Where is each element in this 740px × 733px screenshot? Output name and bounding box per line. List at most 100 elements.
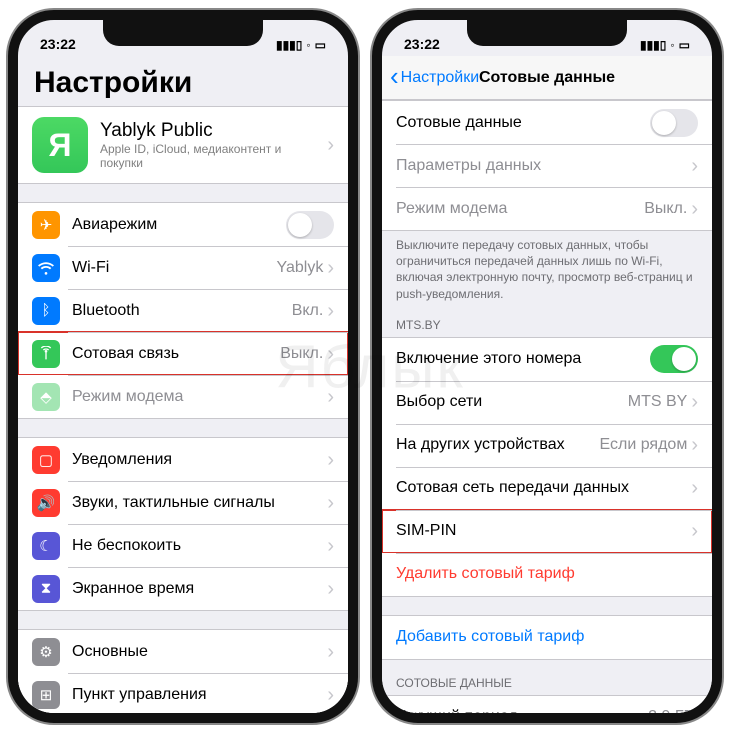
add-plan-label: Добавить сотовый тариф: [396, 628, 698, 646]
signal-icon: ▮▮▮▯: [276, 38, 302, 52]
dnd-label: Не беспокоить: [72, 537, 327, 555]
group-header: MTS.BY: [382, 302, 712, 337]
hotspot-icon: ⬘: [32, 383, 60, 411]
status-time: 23:22: [404, 36, 440, 52]
cellular-row[interactable]: Сотовая связь Выкл. ›: [18, 332, 348, 375]
enable-number-label: Включение этого номера: [396, 350, 650, 368]
period-label: Текущий период: [396, 708, 648, 723]
phone-left-settings: 23:22 ▮▮▮▯ ◦ ▭ Настройки Я Yablyk Public…: [8, 10, 358, 723]
sim-pin-label: SIM-PIN: [396, 522, 691, 540]
chevron-right-icon: ›: [327, 493, 334, 513]
cellular-value: Выкл.: [280, 345, 323, 363]
hotspot-label: Режим модема: [396, 200, 644, 218]
screentime-row[interactable]: ⧗ Экранное время ›: [18, 567, 348, 610]
phone-right-cellular: 23:22 ▮▮▮▯ ◦ ▭ Настройки Сотовые данные …: [372, 10, 722, 723]
notifications-label: Уведомления: [72, 451, 327, 469]
dnd-icon: ☾: [32, 532, 60, 560]
hotspot-row[interactable]: ⬘ Режим модема ›: [18, 375, 348, 418]
wifi-icon: ◦: [670, 38, 674, 52]
airplane-row[interactable]: ✈ Авиарежим: [18, 203, 348, 246]
group-header: СОТОВЫЕ ДАННЫЕ: [382, 660, 712, 695]
apple-id-sub: Apple ID, iCloud, медиаконтент и покупки: [100, 142, 327, 170]
chevron-right-icon: ›: [691, 156, 698, 176]
page-title: Настройки: [18, 56, 348, 106]
status-time: 23:22: [40, 36, 76, 52]
cellular-label: Сотовая связь: [72, 345, 280, 363]
general-row[interactable]: ⚙ Основные ›: [18, 630, 348, 673]
bluetooth-row[interactable]: ᛒ Bluetooth Вкл. ›: [18, 289, 348, 332]
cellular-data-label: Сотовые данные: [396, 114, 650, 132]
notch: [467, 20, 627, 46]
network-select-value: MTS BY: [628, 393, 688, 411]
group-footer: Выключите передачу сотовых данных, чтобы…: [382, 231, 712, 302]
enable-number-toggle[interactable]: [650, 345, 698, 373]
screentime-label: Экранное время: [72, 580, 327, 598]
airplane-label: Авиарежим: [72, 216, 286, 234]
other-devices-row[interactable]: На других устройствах Если рядом ›: [382, 424, 712, 467]
control-center-icon: ⊞: [32, 681, 60, 709]
control-center-label: Пункт управления: [72, 686, 327, 704]
display-row[interactable]: AA Экран и яркость ›: [18, 716, 348, 723]
cellular-data-toggle[interactable]: [650, 109, 698, 137]
sounds-icon: 🔊: [32, 489, 60, 517]
remove-plan-row[interactable]: Удалить сотовый тариф: [382, 553, 712, 596]
chevron-right-icon: ›: [327, 344, 334, 364]
notifications-row[interactable]: ▢ Уведомления ›: [18, 438, 348, 481]
hotspot-value: Выкл.: [644, 200, 687, 218]
chevron-right-icon: ›: [327, 536, 334, 556]
avatar: Я: [32, 117, 88, 173]
chevron-right-icon: ›: [327, 258, 334, 278]
hotspot-row[interactable]: Режим модема Выкл. ›: [382, 187, 712, 230]
battery-icon: ▭: [679, 38, 690, 52]
notifications-icon: ▢: [32, 446, 60, 474]
chevron-right-icon: ›: [327, 642, 334, 662]
network-select-label: Выбор сети: [396, 393, 628, 411]
chevron-right-icon: ›: [327, 685, 334, 705]
apple-id-row[interactable]: Я Yablyk Public Apple ID, iCloud, медиак…: [18, 107, 348, 183]
add-plan-row[interactable]: Добавить сотовый тариф: [382, 616, 712, 659]
network-select-row[interactable]: Выбор сети MTS BY ›: [382, 381, 712, 424]
general-label: Основные: [72, 643, 327, 661]
chevron-right-icon: ›: [327, 301, 334, 321]
back-label: Настройки: [401, 69, 479, 87]
cellular-data-row[interactable]: Сотовые данные: [382, 101, 712, 144]
battery-icon: ▭: [315, 38, 326, 52]
sounds-row[interactable]: 🔊 Звуки, тактильные сигналы ›: [18, 481, 348, 524]
chevron-right-icon: ›: [327, 579, 334, 599]
nav-bar: Настройки Сотовые данные: [382, 56, 712, 100]
apple-id-name: Yablyk Public: [100, 120, 327, 142]
screentime-icon: ⧗: [32, 575, 60, 603]
chevron-right-icon: ›: [691, 435, 698, 455]
dnd-row[interactable]: ☾ Не беспокоить ›: [18, 524, 348, 567]
nav-title: Сотовые данные: [479, 69, 615, 87]
chevron-right-icon: ›: [691, 199, 698, 219]
airplane-toggle[interactable]: [286, 211, 334, 239]
cellular-list: Сотовые данные Параметры данных › Режим …: [382, 100, 712, 723]
wifi-value: Yablyk: [276, 259, 323, 277]
remove-plan-label: Удалить сотовый тариф: [396, 565, 698, 583]
other-devices-value: Если рядом: [600, 436, 688, 454]
notch: [103, 20, 263, 46]
chevron-right-icon: ›: [691, 521, 698, 541]
control-center-row[interactable]: ⊞ Пункт управления ›: [18, 673, 348, 716]
back-button[interactable]: Настройки: [390, 66, 479, 89]
gear-icon: ⚙: [32, 638, 60, 666]
bluetooth-icon: ᛒ: [32, 297, 60, 325]
other-devices-label: На других устройствах: [396, 436, 600, 454]
sim-pin-row[interactable]: SIM-PIN ›: [382, 510, 712, 553]
airplane-icon: ✈: [32, 211, 60, 239]
bluetooth-value: Вкл.: [292, 302, 324, 320]
sounds-label: Звуки, тактильные сигналы: [72, 494, 327, 512]
chevron-right-icon: ›: [327, 387, 334, 407]
wifi-row[interactable]: Wi-Fi Yablyk ›: [18, 246, 348, 289]
period-row[interactable]: Текущий период 2,9 ГБ: [382, 696, 712, 723]
period-value: 2,9 ГБ: [648, 708, 694, 723]
chevron-right-icon: ›: [327, 135, 334, 155]
settings-list: Я Yablyk Public Apple ID, iCloud, медиак…: [18, 106, 348, 723]
bluetooth-label: Bluetooth: [72, 302, 292, 320]
enable-number-row[interactable]: Включение этого номера: [382, 338, 712, 381]
chevron-right-icon: ›: [691, 478, 698, 498]
data-options-row[interactable]: Параметры данных ›: [382, 144, 712, 187]
cdn-row[interactable]: Сотовая сеть передачи данных ›: [382, 467, 712, 510]
chevron-right-icon: ›: [327, 450, 334, 470]
